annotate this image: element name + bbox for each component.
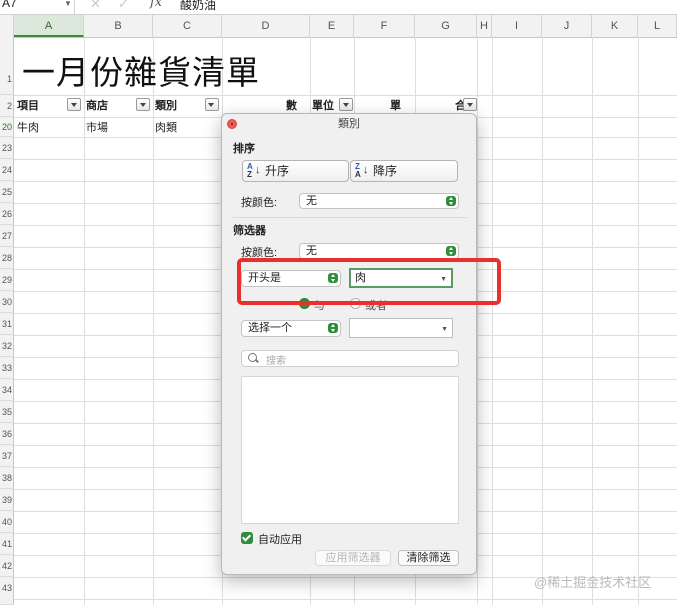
- row-header-35[interactable]: 35: [0, 401, 14, 423]
- filter-funnel-icon-category[interactable]: [205, 98, 219, 111]
- sort-color-select[interactable]: 无: [299, 193, 459, 209]
- filter-color-select[interactable]: 无: [299, 243, 459, 259]
- column-header-h[interactable]: H: [477, 15, 492, 37]
- confirm-icon[interactable]: ✓: [118, 0, 129, 12]
- auto-apply-label: 自动应用: [258, 534, 302, 546]
- filter-values-list[interactable]: [241, 376, 459, 524]
- sort-heading: 排序: [233, 143, 255, 155]
- row-header-39[interactable]: 39: [0, 489, 14, 511]
- row-header-2[interactable]: 2: [0, 95, 14, 117]
- column-header-b[interactable]: B: [84, 15, 153, 37]
- row-header-28[interactable]: 28: [0, 247, 14, 269]
- cell-b20[interactable]: 市場: [86, 120, 108, 136]
- column-header-g[interactable]: G: [415, 15, 477, 37]
- column-header-l[interactable]: L: [638, 15, 677, 37]
- condition2-value-input[interactable]: ▼: [349, 318, 453, 338]
- column-header-f[interactable]: F: [354, 15, 415, 37]
- condition2-operator-select[interactable]: 选择一个: [241, 320, 341, 337]
- header-cell-store[interactable]: 商店: [86, 97, 108, 115]
- search-input[interactable]: 搜索: [241, 350, 459, 367]
- row-header-25[interactable]: 25: [0, 181, 14, 203]
- row-header-34[interactable]: 34: [0, 379, 14, 401]
- sort-color-label: 按颜色:: [241, 197, 278, 209]
- auto-apply-checkbox[interactable]: [241, 532, 253, 544]
- sort-color-value: 无: [306, 195, 317, 207]
- search-icon: [248, 353, 257, 362]
- condition2-operator-value: 选择一个: [248, 322, 292, 334]
- cancel-icon[interactable]: ✕: [90, 0, 101, 12]
- stepper-icon: [446, 196, 456, 206]
- row-header-31[interactable]: 31: [0, 313, 14, 335]
- cell-c20[interactable]: 肉類: [155, 120, 177, 136]
- watermark: @稀土掘金技术社区: [534, 575, 652, 590]
- highlight-annotation: [237, 258, 501, 305]
- clear-filter-button[interactable]: 清除筛选: [398, 550, 459, 566]
- column-header-a[interactable]: A: [14, 15, 84, 37]
- filter-dropdown-total[interactable]: [463, 98, 477, 111]
- row-header-32[interactable]: 32: [0, 335, 14, 357]
- chevron-down-icon[interactable]: ▼: [441, 321, 448, 339]
- fx-icon[interactable]: fx: [150, 0, 162, 10]
- sort-ascending-button[interactable]: A Z ↓ 升序: [242, 160, 349, 182]
- row-header-38[interactable]: 38: [0, 467, 14, 489]
- column-header-j[interactable]: J: [542, 15, 592, 37]
- dialog-title: 類別: [338, 118, 360, 130]
- column-header-bar: A B C D E F G H I J K L: [0, 15, 677, 38]
- filter-color-value: 无: [306, 245, 317, 257]
- row-header-23[interactable]: 23: [0, 137, 14, 159]
- column-header-e[interactable]: E: [310, 15, 354, 37]
- filter-dialog: 類別 排序 A Z ↓ 升序 Z A ↓ 降序 按颜色: 无 筛选器 按颜色: …: [221, 113, 477, 575]
- stepper-icon: [328, 323, 338, 333]
- header-cell-category[interactable]: 類別: [155, 97, 177, 115]
- filter-dropdown-unit[interactable]: [339, 98, 353, 111]
- row-header-29[interactable]: 29: [0, 269, 14, 291]
- sort-descending-icon: Z A ↓: [355, 162, 369, 179]
- apply-filter-button[interactable]: 应用筛选器: [315, 550, 391, 566]
- column-header-i[interactable]: I: [492, 15, 542, 37]
- sort-ascending-icon: A Z ↓: [247, 162, 261, 179]
- header-cell-item[interactable]: 項目: [17, 97, 39, 115]
- filter-dropdown-store[interactable]: [136, 98, 150, 111]
- row-header-40[interactable]: 40: [0, 511, 14, 533]
- name-box-value: A7: [2, 0, 17, 10]
- name-box-dropdown-icon[interactable]: ▼: [64, 0, 72, 8]
- stepper-icon: [446, 246, 456, 256]
- row-header-37[interactable]: 37: [0, 445, 14, 467]
- row-header-33[interactable]: 33: [0, 357, 14, 379]
- row-header-36[interactable]: 36: [0, 423, 14, 445]
- name-box[interactable]: A7 ▼: [0, 0, 75, 14]
- sort-descending-label: 降序: [373, 164, 398, 178]
- row-header-24[interactable]: 24: [0, 159, 14, 181]
- divider: [233, 217, 467, 218]
- row-header-27[interactable]: 27: [0, 225, 14, 247]
- search-placeholder: 搜索: [266, 356, 286, 367]
- column-header-d[interactable]: D: [222, 15, 310, 37]
- row-header-42[interactable]: 42: [0, 555, 14, 577]
- sheet-title-cell[interactable]: 一月份雜貨清單: [22, 46, 260, 94]
- row-header-1[interactable]: 1: [0, 37, 14, 95]
- formula-bar: A7 ▼ ✕ ✓ fx 酸奶油: [0, 0, 677, 15]
- formula-input[interactable]: 酸奶油: [180, 0, 216, 13]
- row-header-43[interactable]: 43: [0, 577, 14, 605]
- filter-dropdown-item[interactable]: [67, 98, 81, 111]
- row-header-41[interactable]: 41: [0, 533, 14, 555]
- row-header-26[interactable]: 26: [0, 203, 14, 225]
- sort-ascending-label: 升序: [265, 164, 290, 178]
- select-all-corner[interactable]: [0, 15, 14, 37]
- column-header-k[interactable]: K: [592, 15, 638, 37]
- cell-a20[interactable]: 牛肉: [17, 120, 39, 136]
- row-header-20[interactable]: 20: [0, 117, 14, 137]
- row-header-30[interactable]: 30: [0, 291, 14, 313]
- column-header-c[interactable]: C: [153, 15, 222, 37]
- sort-descending-button[interactable]: Z A ↓ 降序: [350, 160, 458, 182]
- filter-heading: 筛选器: [233, 225, 266, 237]
